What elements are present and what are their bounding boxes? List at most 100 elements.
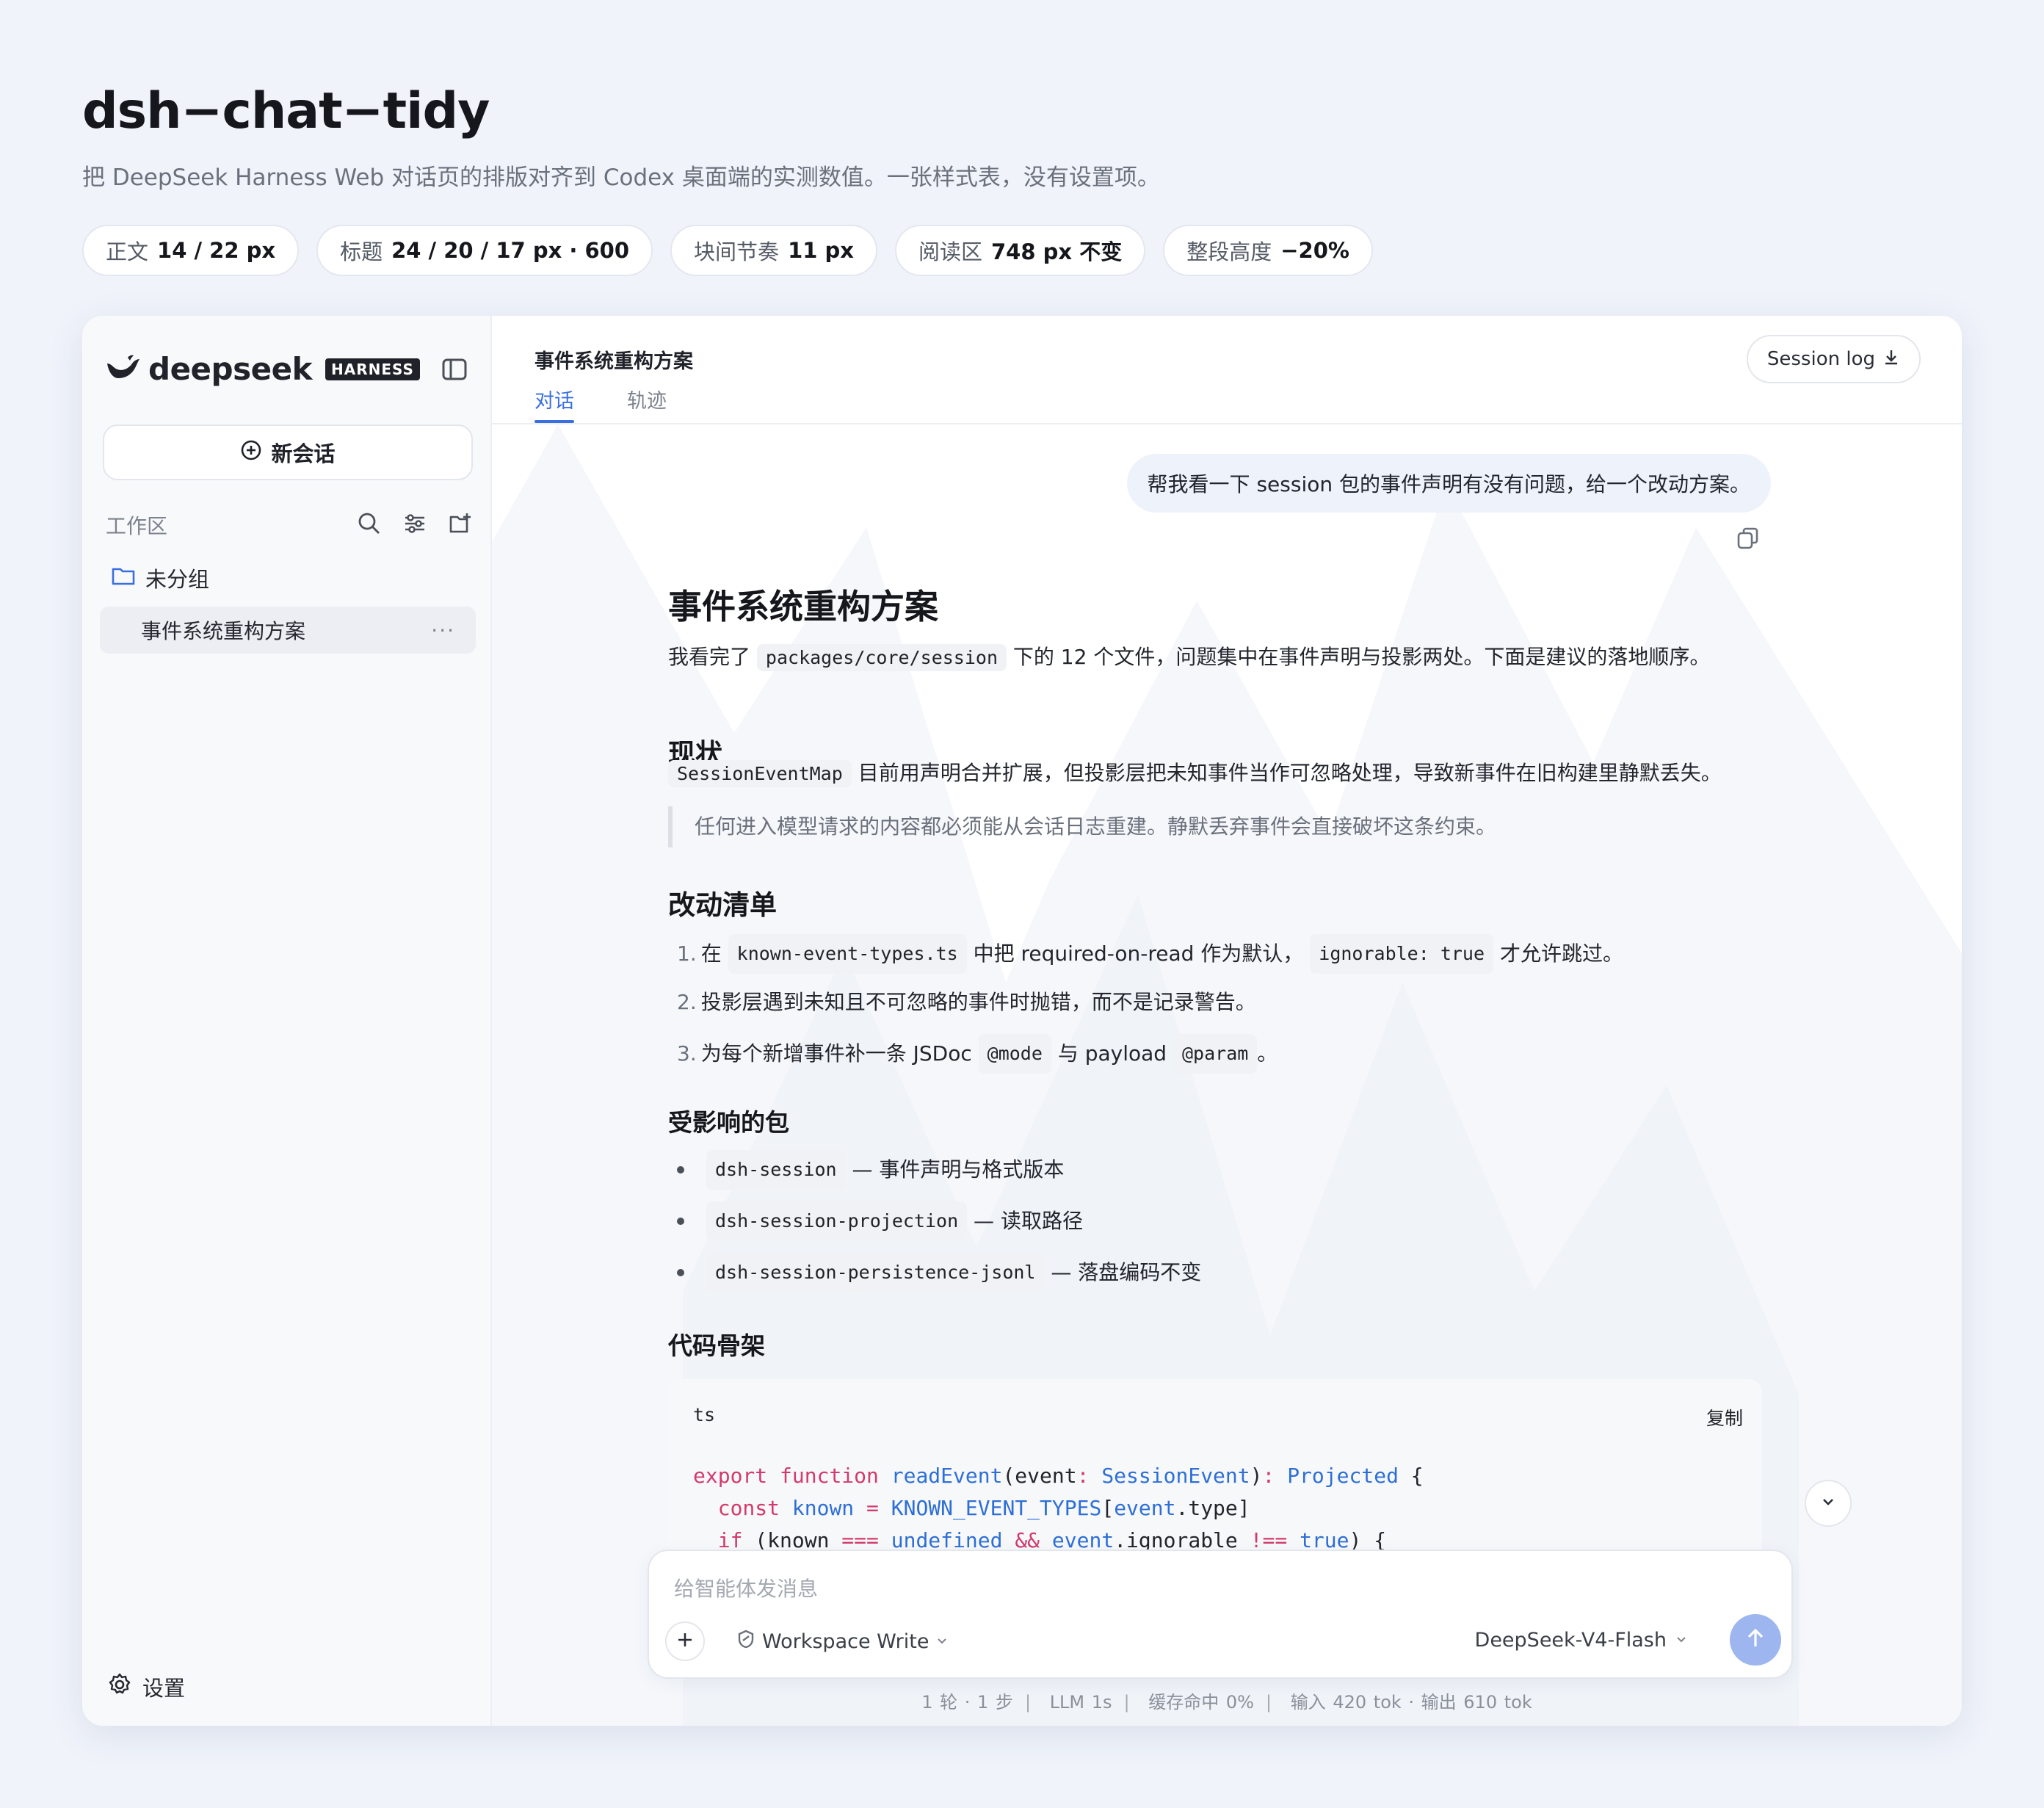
permission-mode-label: Workspace Write: [762, 1630, 929, 1653]
workspace-label: 工作区: [106, 514, 168, 538]
harness-badge: HARNESS: [325, 358, 420, 380]
inline-code: packages/core/session: [756, 644, 1007, 671]
list-text: 与 payload: [1057, 1041, 1167, 1066]
copy-icon[interactable]: [1736, 526, 1761, 554]
sidebar: deepseek HARNESS 新会话 工作区 未分组 事件系统重构方案 ··…: [82, 316, 492, 1726]
bullet: [677, 1218, 684, 1225]
model-label: DeepSeek-V4-Flash: [1474, 1629, 1667, 1652]
session-item-label: 事件系统重构方案: [141, 619, 306, 643]
tab-bar: 对话 轨迹: [534, 385, 667, 423]
list-item: dsh-session-persistence-jsonl — 落盘编码不变: [668, 1253, 1201, 1292]
logo: deepseek HARNESS: [106, 351, 420, 387]
chevron-down-icon: [1819, 1492, 1838, 1514]
chip-value: 11 px: [788, 238, 854, 263]
conversation-title: 事件系统重构方案: [534, 350, 693, 373]
new-chat-button[interactable]: 新会话: [103, 424, 473, 480]
chat-transcript: 帮我看一下 session 包的事件声明有没有问题，给一个改动方案。 事件系统重…: [492, 424, 1962, 1726]
chip-key: 标题: [340, 239, 383, 264]
status-llm: LLM 1s: [1049, 1692, 1112, 1713]
scroll-to-bottom-button[interactable]: [1805, 1480, 1852, 1527]
chevron-down-icon: [1674, 1629, 1689, 1652]
inline-code: SessionEventMap: [668, 760, 852, 787]
status-tokens: 输入 420 tok · 输出 610 tok: [1290, 1692, 1532, 1713]
answer-title: 事件系统重构方案: [668, 587, 938, 626]
chip-key: 块间节奏: [694, 239, 780, 264]
metric-chip: 阅读区 748 px 不变: [894, 225, 1146, 276]
conversation-header: 事件系统重构方案 对话 轨迹 Session log: [492, 316, 1962, 424]
attach-button[interactable]: [665, 1621, 705, 1661]
sidebar-toggle-icon[interactable]: [441, 355, 468, 383]
plus-circle-icon: [240, 439, 262, 466]
session-log-button[interactable]: Session log: [1746, 335, 1921, 383]
inline-code: @param: [1173, 1034, 1258, 1074]
heading-packages: 受影响的包: [668, 1108, 789, 1137]
message-input[interactable]: 给智能体发消息: [674, 1573, 818, 1602]
inline-code: known-event-types.ts: [728, 934, 967, 974]
chip-value: 14 / 22 px: [157, 238, 276, 263]
run-status-bar: 1 轮 · 1 步 | LLM 1s | 缓存命中 0% | 输入 420 tok ·…: [921, 1692, 1532, 1713]
code-content: export function readEvent(event: Session…: [693, 1464, 1424, 1552]
status-text-body: 目前用声明合并扩展，但投影层把未知事件当作可忽略处理，导致新事件在旧构建里静默丢…: [858, 761, 1722, 785]
chip-value: −20%: [1280, 238, 1349, 263]
tab-trace[interactable]: 轨迹: [627, 385, 667, 423]
metric-chip: 标题 24 / 20 / 17 px · 600: [316, 225, 653, 276]
status-turns: 1 轮 · 1 步: [921, 1692, 1013, 1713]
list-text: 在: [700, 941, 722, 966]
list-number: 3.: [677, 1041, 697, 1066]
group-uncategorized[interactable]: 未分组: [112, 563, 209, 593]
settings-label: 设置: [142, 1676, 186, 1701]
chip-key: 整段高度: [1186, 239, 1272, 264]
list-text: 中把 required-on-read 作为默认，: [973, 941, 1304, 966]
new-folder-icon[interactable]: [448, 511, 473, 539]
metric-chips: 正文 14 / 22 px 标题 24 / 20 / 17 px · 600 块间节…: [82, 225, 1373, 276]
session-log-label: Session log: [1766, 348, 1875, 370]
list-text: — 读取路径: [974, 1209, 1083, 1233]
metric-chip: 正文 14 / 22 px: [82, 225, 300, 276]
metric-chip: 块间节奏 11 px: [670, 225, 877, 276]
logo-text: deepseek: [148, 351, 313, 387]
list-item: 1. 在 known-event-types.ts 中把 required-on…: [668, 934, 1623, 974]
permission-mode-selector[interactable]: Workspace Write: [736, 1629, 949, 1655]
list-text: 。: [1257, 1041, 1278, 1066]
user-message: 帮我看一下 session 包的事件声明有没有问题，给一个改动方案。: [1126, 454, 1771, 513]
inline-code: ignorable: true: [1310, 934, 1494, 974]
list-item: 2. 投影层遇到未知且不可忽略的事件时抛错，而不是记录警告。: [668, 986, 1256, 1019]
chip-value: 24 / 20 / 17 px · 600: [391, 238, 630, 263]
send-button[interactable]: [1730, 1614, 1781, 1666]
code-copy-button[interactable]: 复制: [1706, 1404, 1743, 1431]
sidebar-session-item[interactable]: 事件系统重构方案 ···: [100, 607, 476, 654]
heading-code: 代码骨架: [668, 1331, 765, 1360]
settings-button[interactable]: 设置: [107, 1671, 185, 1702]
main-panel: 事件系统重构方案 对话 轨迹 Session log 帮我看一下 session…: [492, 316, 1962, 1726]
list-text: 为每个新增事件补一条 JSDoc: [700, 1041, 972, 1066]
metric-chip: 整段高度 −20%: [1163, 225, 1373, 276]
status-text: SessionEventMap 目前用声明合并扩展，但投影层把未知事件当作可忽略…: [668, 756, 1813, 791]
message-composer: 给智能体发消息 Workspace Write DeepSeek-V4-Flas…: [648, 1550, 1793, 1679]
inline-code: dsh-session-projection: [706, 1201, 968, 1241]
status-cache: 缓存命中 0%: [1148, 1692, 1254, 1713]
search-icon[interactable]: [357, 511, 382, 539]
filter-icon[interactable]: [402, 511, 427, 539]
plus-icon: [675, 1630, 695, 1652]
list-number: 2.: [677, 990, 697, 1014]
heading-changes: 改动清单: [668, 889, 777, 921]
inline-code: @mode: [978, 1034, 1051, 1074]
page-subtitle: 把 DeepSeek Harness Web 对话页的排版对齐到 Codex 桌…: [82, 164, 1160, 191]
list-text: 投影层遇到未知且不可忽略的事件时抛错，而不是记录警告。: [700, 990, 1256, 1014]
chip-key: 正文: [106, 239, 149, 264]
shield-edit-icon: [736, 1629, 756, 1655]
more-icon[interactable]: ···: [431, 618, 455, 643]
inline-code: dsh-session: [706, 1150, 846, 1190]
chip-value: 748 px 不变: [991, 239, 1123, 264]
tab-chat[interactable]: 对话: [534, 385, 574, 423]
list-text: — 事件声明与格式版本: [852, 1157, 1065, 1182]
list-text: — 落盘编码不变: [1051, 1260, 1202, 1284]
list-item: dsh-session-projection — 读取路径: [668, 1201, 1083, 1241]
whale-logo-icon: [106, 353, 141, 386]
list-item: dsh-session — 事件声明与格式版本: [668, 1150, 1064, 1190]
intro-text: 下的 12 个文件，问题集中在事件声明与投影两处。下面是建议的落地顺序。: [1012, 645, 1711, 669]
model-selector[interactable]: DeepSeek-V4-Flash: [1475, 1629, 1689, 1652]
workspace-header: 工作区: [106, 508, 473, 542]
bullet: [677, 1166, 684, 1174]
app-window: deepseek HARNESS 新会话 工作区 未分组 事件系统重构方案 ··…: [82, 316, 1962, 1726]
